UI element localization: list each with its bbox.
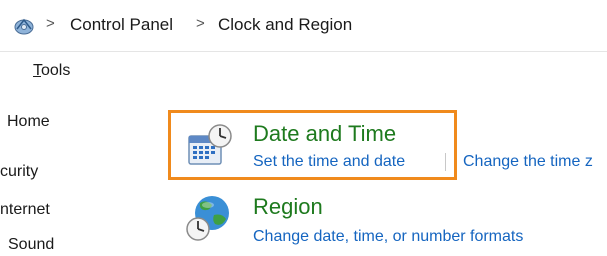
change-time-zone-link[interactable]: Change the time z xyxy=(463,153,593,171)
globe-clock-icon[interactable] xyxy=(184,193,232,243)
date-and-time-title[interactable]: Date and Time xyxy=(253,121,396,147)
menu-tools-accelerator: T xyxy=(33,62,41,79)
calendar-clock-icon[interactable] xyxy=(186,122,234,170)
breadcrumb-separator-icon[interactable]: > xyxy=(46,15,55,32)
set-time-and-date-link[interactable]: Set the time and date xyxy=(253,153,405,171)
address-bar[interactable]: > Control Panel > Clock and Region xyxy=(0,0,607,52)
breadcrumb-control-panel[interactable]: Control Panel xyxy=(70,15,173,35)
nav-item-home[interactable]: Home xyxy=(7,113,50,131)
nav-item-sound[interactable]: Sound xyxy=(8,236,54,254)
breadcrumb-clock-and-region[interactable]: Clock and Region xyxy=(218,15,352,35)
region-title[interactable]: Region xyxy=(253,194,323,220)
menu-tools-label: ools xyxy=(41,62,71,79)
breadcrumb-separator-icon[interactable]: > xyxy=(196,15,205,32)
menu-bar: Tools xyxy=(0,52,607,90)
change-date-time-number-formats-link[interactable]: Change date, time, or number formats xyxy=(253,228,523,246)
link-divider xyxy=(445,153,446,171)
nav-item-internet[interactable]: nternet xyxy=(0,201,50,219)
control-panel-icon[interactable] xyxy=(13,16,35,36)
nav-item-security[interactable]: curity xyxy=(0,163,38,181)
menu-tools[interactable]: Tools xyxy=(33,62,70,80)
